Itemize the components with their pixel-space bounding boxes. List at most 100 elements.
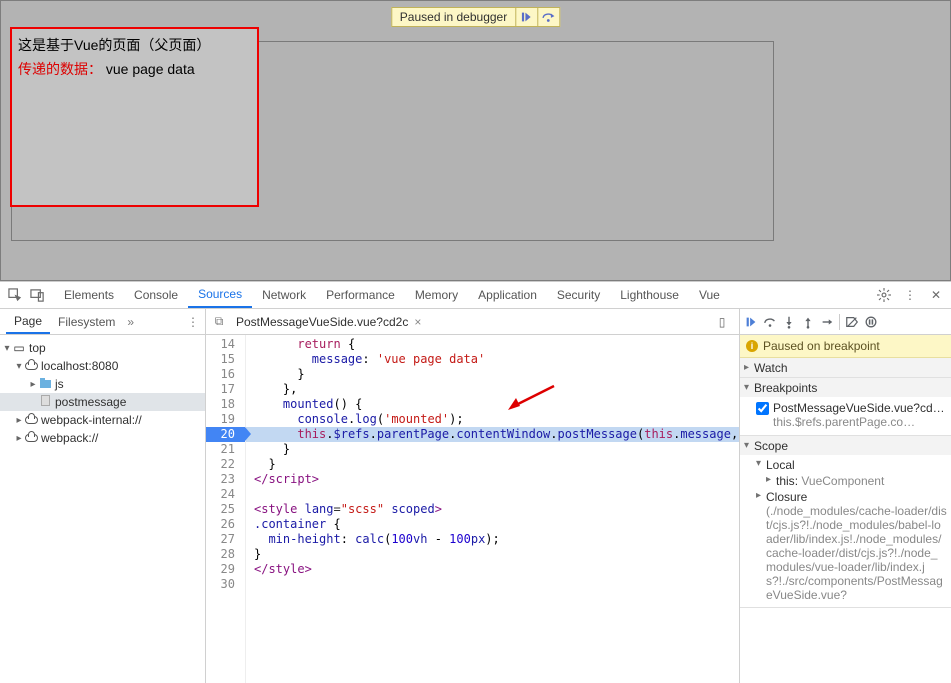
breakpoint-snippet: this.$refs.parentPage.co… xyxy=(773,415,947,429)
close-devtools-icon[interactable]: ✕ xyxy=(925,284,947,306)
line-number[interactable]: 21 xyxy=(206,442,245,457)
tree-host[interactable]: ▾localhost:8080 xyxy=(0,357,205,375)
code-line[interactable]: return { xyxy=(246,337,739,352)
annotation-arrow-icon xyxy=(506,384,556,414)
tree-top[interactable]: ▾▭top xyxy=(0,339,205,357)
step-out-button[interactable] xyxy=(799,312,817,332)
editor-tab-label: PostMessageVueSide.vue?cd2c xyxy=(236,315,408,329)
line-number[interactable]: 25 xyxy=(206,502,245,517)
line-number[interactable]: 28 xyxy=(206,547,245,562)
breakpoints-section-header[interactable]: ▾Breakpoints xyxy=(740,378,951,397)
line-number[interactable]: 17 xyxy=(206,382,245,397)
editor-pane: ⧉ PostMessageVueSide.vue?cd2c × ▯ 141516… xyxy=(206,309,739,683)
code-line[interactable]: console.log('mounted'); xyxy=(246,412,739,427)
line-number[interactable]: 19 xyxy=(206,412,245,427)
info-icon: i xyxy=(746,340,758,352)
debug-toolbar xyxy=(740,309,951,335)
resume-icon[interactable] xyxy=(515,8,537,26)
line-number[interactable]: 15 xyxy=(206,352,245,367)
code-line[interactable]: } xyxy=(246,457,739,472)
nav-tab-page[interactable]: Page xyxy=(6,309,50,334)
devtools-tab-memory[interactable]: Memory xyxy=(405,282,468,308)
line-number[interactable]: 29 xyxy=(206,562,245,577)
step-into-button[interactable] xyxy=(780,312,798,332)
breakpoint-checkbox[interactable] xyxy=(756,402,769,415)
code-line[interactable]: this.$refs.parentPage.contentWindow.post… xyxy=(246,427,739,442)
line-number[interactable]: 16 xyxy=(206,367,245,382)
pause-exceptions-button[interactable] xyxy=(862,312,880,332)
scope-local[interactable]: ▾Local xyxy=(740,457,951,473)
nav-more-icon[interactable]: ⋮ xyxy=(187,315,199,329)
tree-file-postmessage[interactable]: postmessage xyxy=(0,393,205,411)
devtools-tab-network[interactable]: Network xyxy=(252,282,316,308)
tree-webpack[interactable]: ▸webpack:// xyxy=(0,429,205,447)
devtools-tab-lighthouse[interactable]: Lighthouse xyxy=(610,282,689,308)
scope-closure[interactable]: ▸Closure(./node_modules/cache-loader/dis… xyxy=(740,489,951,603)
breakpoint-file: PostMessageVueSide.vue?cd… xyxy=(773,401,947,415)
line-number[interactable]: 14 xyxy=(206,337,245,352)
nav-tab-overflow-icon[interactable]: » xyxy=(127,315,134,329)
step-button[interactable] xyxy=(818,312,836,332)
devtools-tab-sources[interactable]: Sources xyxy=(188,282,252,308)
page-heading: 这是基于Vue的页面（父页面） xyxy=(18,35,251,55)
tree-folder-js[interactable]: ▸js xyxy=(0,375,205,393)
inspect-icon[interactable] xyxy=(4,284,26,306)
scope-this[interactable]: ▸this: VueComponent xyxy=(740,473,951,489)
paused-text: Paused in debugger xyxy=(392,10,515,24)
line-number[interactable]: 26 xyxy=(206,517,245,532)
code-line[interactable]: } xyxy=(246,547,739,562)
toggle-breakpoints-icon[interactable]: ▯ xyxy=(713,315,731,329)
code-editor[interactable]: 1415161718192021222324252627282930 retur… xyxy=(206,335,739,683)
code-line[interactable] xyxy=(246,487,739,502)
watch-section-header[interactable]: ▸Watch xyxy=(740,358,951,377)
devtools-tab-elements[interactable]: Elements xyxy=(54,282,124,308)
devtools-tab-application[interactable]: Application xyxy=(468,282,547,308)
devtools-tab-security[interactable]: Security xyxy=(547,282,610,308)
debugged-page: 这是基于Vue的页面（父页面） 传递的数据： vue page data Pau… xyxy=(0,0,951,281)
data-label: 传递的数据： xyxy=(18,61,102,77)
code-line[interactable]: mounted() { xyxy=(246,397,739,412)
component-highlight: 这是基于Vue的页面（父页面） 传递的数据： vue page data xyxy=(10,27,259,207)
code-line[interactable]: <style lang="scss" scoped> xyxy=(246,502,739,517)
code-line[interactable]: min-height: calc(100vh - 100px); xyxy=(246,532,739,547)
file-tree: ▾▭top ▾localhost:8080 ▸js postmessage ▸w… xyxy=(0,335,205,683)
line-number[interactable]: 27 xyxy=(206,532,245,547)
code-line[interactable]: </script> xyxy=(246,472,739,487)
close-tab-icon[interactable]: × xyxy=(414,315,421,329)
line-number[interactable]: 24 xyxy=(206,487,245,502)
line-number[interactable]: 30 xyxy=(206,577,245,592)
code-line[interactable]: </style> xyxy=(246,562,739,577)
resume-button[interactable] xyxy=(742,312,760,332)
line-number[interactable]: 18 xyxy=(206,397,245,412)
devtools: ElementsConsoleSourcesNetworkPerformance… xyxy=(0,281,951,683)
navigator-pane: Page Filesystem » ⋮ ▾▭top ▾localhost:808… xyxy=(0,309,206,683)
code-line[interactable]: } xyxy=(246,442,739,457)
editor-tab[interactable]: PostMessageVueSide.vue?cd2c × xyxy=(230,312,427,332)
settings-icon[interactable] xyxy=(873,284,895,306)
data-value: vue page data xyxy=(106,61,195,77)
paused-banner: Paused in debugger xyxy=(391,7,560,27)
devtools-tab-performance[interactable]: Performance xyxy=(316,282,405,308)
history-toggle-icon[interactable]: ⧉ xyxy=(210,314,228,329)
tree-webpack-internal[interactable]: ▸webpack-internal:// xyxy=(0,411,205,429)
scope-section-header[interactable]: ▾Scope xyxy=(740,436,951,455)
deactivate-bp-button[interactable] xyxy=(843,312,861,332)
step-over-icon[interactable] xyxy=(537,8,559,26)
nav-tab-filesystem[interactable]: Filesystem xyxy=(50,309,123,334)
breakpoint-item[interactable]: PostMessageVueSide.vue?cd… this.$refs.pa… xyxy=(740,399,951,431)
code-line[interactable]: .container { xyxy=(246,517,739,532)
code-line[interactable] xyxy=(246,577,739,592)
pause-status: i Paused on breakpoint xyxy=(740,335,951,358)
code-line[interactable]: } xyxy=(246,367,739,382)
more-icon[interactable]: ⋮ xyxy=(899,284,921,306)
step-over-button[interactable] xyxy=(761,312,779,332)
devtools-tabbar: ElementsConsoleSourcesNetworkPerformance… xyxy=(0,282,951,309)
devtools-tab-vue[interactable]: Vue xyxy=(689,282,730,308)
line-number[interactable]: 23 xyxy=(206,472,245,487)
line-number[interactable]: 20 xyxy=(206,427,245,442)
code-line[interactable]: message: 'vue page data' xyxy=(246,352,739,367)
devtools-tab-console[interactable]: Console xyxy=(124,282,188,308)
code-line[interactable]: }, xyxy=(246,382,739,397)
device-toggle-icon[interactable] xyxy=(26,284,48,306)
line-number[interactable]: 22 xyxy=(206,457,245,472)
